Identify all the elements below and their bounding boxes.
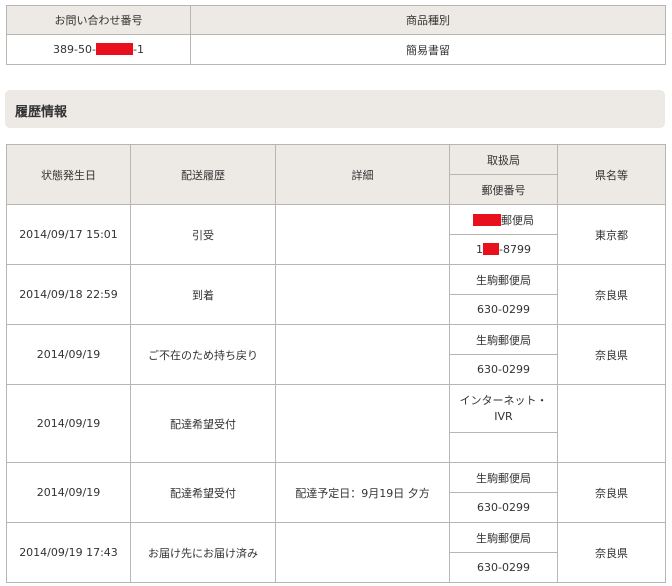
section-header: 履歴情報 (5, 90, 665, 128)
history-office: 生駒郵便局 (449, 462, 558, 493)
history-postal: 630-0299 (449, 552, 558, 583)
history-status: 配達希望受付 (130, 462, 276, 523)
history-row: 2014/09/19 17:43 お届け先にお届け済み 生駒郵便局 奈良県 (6, 522, 666, 583)
inquiry-number-header: お問い合わせ番号 (6, 5, 191, 35)
history-table: 状態発生日 配送履歴 詳細 取扱局 県名等 郵便番号 2014/09/17 15… (6, 144, 666, 583)
history-detail (275, 204, 450, 265)
history-detail (275, 264, 450, 325)
history-date: 2014/09/19 (6, 462, 131, 523)
history-prefecture: 東京都 (557, 204, 666, 265)
inquiry-number-suffix: -1 (132, 43, 144, 56)
history-date: 2014/09/19 (6, 384, 131, 463)
history-office: 生駒郵便局 (449, 264, 558, 295)
history-postal: 630-0299 (449, 354, 558, 385)
history-prefecture: 奈良県 (557, 522, 666, 583)
history-office: インターネット・IVR (449, 384, 558, 433)
history-office-text: インターネット・IVR (459, 393, 548, 423)
office-header: 取扱局 (449, 144, 558, 175)
history-date: 2014/09/19 17:43 (6, 522, 131, 583)
history-detail (275, 522, 450, 583)
inquiry-number: 389-50- -1 (6, 34, 191, 65)
history-office: 生駒郵便局 (449, 522, 558, 553)
redaction-block (483, 243, 500, 255)
inquiry-table: お問い合わせ番号 商品種別 389-50- -1 簡易書留 (6, 5, 666, 65)
history-row: 2014/09/17 15:01 引受 郵便局 東京都 (6, 204, 666, 265)
history-postal: 1 -8799 (449, 234, 558, 265)
product-type-header: 商品種別 (190, 5, 666, 35)
history-status: ご不在のため持ち戻り (130, 324, 276, 385)
history-row: 2014/09/19 配達希望受付 インターネット・IVR (6, 384, 666, 463)
section-title: 履歴情報 (15, 105, 68, 120)
history-postal-text: -8799 (499, 243, 531, 256)
history-office: 生駒郵便局 (449, 324, 558, 355)
history-status: お届け先にお届け済み (130, 522, 276, 583)
history-office: 郵便局 (449, 204, 558, 235)
history-detail (275, 324, 450, 385)
history-postal: 630-0299 (449, 492, 558, 523)
history-detail (275, 384, 450, 463)
status-header: 配送履歴 (130, 144, 276, 205)
product-type: 簡易書留 (190, 34, 666, 65)
postal-header: 郵便番号 (449, 174, 558, 205)
history-postal-prefix: 1 (476, 243, 484, 256)
history-row: 2014/09/19 配達希望受付 配達予定日：9月19日 夕方 生駒郵便局 奈… (6, 462, 666, 523)
history-status: 引受 (130, 204, 276, 265)
history-prefecture: 奈良県 (557, 462, 666, 523)
history-status: 到着 (130, 264, 276, 325)
history-row: 2014/09/18 22:59 到着 生駒郵便局 奈良県 (6, 264, 666, 325)
history-date: 2014/09/17 15:01 (6, 204, 131, 265)
history-detail: 配達予定日：9月19日 夕方 (275, 462, 450, 523)
redaction-block (473, 213, 501, 226)
prefecture-header: 県名等 (557, 144, 666, 205)
redaction-block (95, 43, 133, 55)
history-date: 2014/09/18 22:59 (6, 264, 131, 325)
history-postal: 630-0299 (449, 294, 558, 325)
history-date: 2014/09/19 (6, 324, 131, 385)
inquiry-number-prefix: 389-50- (53, 43, 96, 56)
history-row: 2014/09/19 ご不在のため持ち戻り 生駒郵便局 奈良県 (6, 324, 666, 385)
history-prefecture: 奈良県 (557, 264, 666, 325)
history-postal (449, 432, 558, 463)
history-office-text: 郵便局 (501, 213, 534, 227)
history-prefecture: 奈良県 (557, 324, 666, 385)
history-status: 配達希望受付 (130, 384, 276, 463)
date-header: 状態発生日 (6, 144, 131, 205)
detail-header: 詳細 (275, 144, 450, 205)
history-prefecture (557, 384, 666, 463)
